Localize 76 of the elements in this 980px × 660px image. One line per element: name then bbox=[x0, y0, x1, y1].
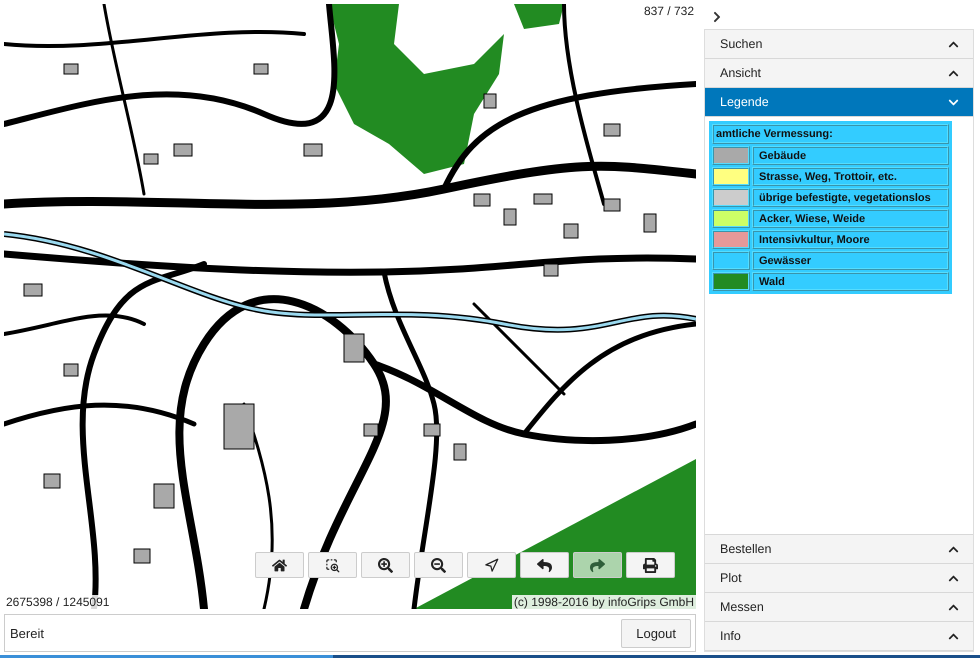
building-shape bbox=[154, 484, 174, 508]
legend-label: übrige befestigte, vegetationslos bbox=[752, 188, 949, 207]
undo-icon bbox=[537, 558, 552, 572]
building-shape bbox=[424, 424, 440, 436]
legend-swatch bbox=[712, 251, 750, 270]
building-shape bbox=[604, 124, 620, 136]
building-shape bbox=[144, 154, 158, 164]
chevron-right-icon bbox=[711, 10, 723, 22]
legend-heading: amtliche Vermessung: bbox=[712, 124, 949, 144]
accordion-header[interactable]: Suchen bbox=[705, 30, 973, 59]
building-shape bbox=[604, 198, 620, 212]
building-shape bbox=[454, 444, 466, 460]
legend-label: Strasse, Weg, Trottoir, etc. bbox=[752, 167, 949, 186]
accordion-header[interactable]: Messen bbox=[705, 593, 973, 622]
legend-swatch bbox=[712, 188, 750, 207]
accordion-header[interactable]: Bestellen bbox=[705, 535, 973, 564]
legend-label: Gebäude bbox=[752, 146, 949, 165]
print-button[interactable] bbox=[626, 552, 675, 578]
legend-swatch bbox=[712, 272, 750, 291]
legend-label: Intensivkultur, Moore bbox=[752, 230, 949, 249]
building-shape bbox=[534, 194, 552, 204]
building-shape bbox=[254, 64, 268, 74]
zoom-extent-icon bbox=[325, 558, 340, 572]
legend-swatch bbox=[712, 209, 750, 228]
building-shape bbox=[134, 548, 150, 564]
building-shape bbox=[504, 208, 516, 226]
chevron-up-icon bbox=[948, 602, 959, 612]
scale-readout: 837 / 732 bbox=[642, 4, 696, 18]
coordinate-readout: 2675398 / 1245091 bbox=[4, 595, 112, 609]
building-shape bbox=[304, 144, 322, 156]
zoom-in-button[interactable] bbox=[361, 552, 410, 578]
building-shape bbox=[224, 404, 254, 450]
legend-swatch bbox=[712, 230, 750, 249]
chevron-up-icon bbox=[948, 544, 959, 554]
zoom-in-icon bbox=[378, 558, 393, 572]
chevron-up-icon bbox=[948, 572, 959, 584]
building-shape bbox=[64, 364, 78, 376]
logout-button[interactable]: Logout bbox=[621, 618, 691, 648]
building-shape bbox=[344, 334, 364, 362]
building-shape bbox=[44, 474, 60, 488]
locate-button[interactable] bbox=[467, 552, 516, 578]
copyright-text: (c) 1998-2016 by infoGrips GmbH bbox=[512, 595, 696, 609]
forest-area bbox=[514, 4, 564, 29]
chevron-up-icon bbox=[948, 630, 959, 642]
undo-button[interactable] bbox=[520, 552, 569, 578]
accordion-header[interactable]: Plot bbox=[705, 564, 973, 593]
building-shape bbox=[644, 214, 656, 232]
building-shape bbox=[484, 94, 496, 108]
redo-button[interactable] bbox=[573, 552, 622, 578]
accordion-header[interactable]: Info bbox=[705, 622, 973, 651]
building-shape bbox=[24, 284, 42, 296]
zoom-extent-button[interactable] bbox=[308, 552, 357, 578]
legend-label: Wald bbox=[752, 272, 949, 291]
building-shape bbox=[64, 64, 78, 74]
redo-icon bbox=[590, 558, 605, 572]
legend-swatch bbox=[712, 146, 750, 165]
chevron-up-icon bbox=[948, 68, 959, 78]
home-button[interactable] bbox=[255, 552, 304, 578]
zoom-out-button[interactable] bbox=[414, 552, 463, 578]
building-shape bbox=[544, 264, 558, 276]
legend-swatch bbox=[712, 167, 750, 186]
chevron-up-icon bbox=[948, 38, 959, 50]
accordion-header[interactable]: Legende bbox=[705, 88, 973, 117]
legend-label: Gewässer bbox=[752, 251, 949, 270]
accordion-header[interactable]: Ansicht bbox=[705, 59, 973, 88]
print-icon bbox=[643, 558, 658, 572]
building-shape bbox=[474, 194, 490, 206]
legend-label: Acker, Wiese, Weide bbox=[752, 209, 949, 228]
navigation-arrow-icon bbox=[484, 558, 499, 572]
building-shape bbox=[364, 424, 378, 436]
chevron-down-icon bbox=[948, 96, 959, 108]
building-shape bbox=[564, 224, 578, 238]
building-shape bbox=[174, 144, 192, 156]
status-text: Bereit bbox=[10, 626, 44, 640]
home-icon bbox=[272, 558, 287, 572]
zoom-out-icon bbox=[431, 558, 446, 572]
